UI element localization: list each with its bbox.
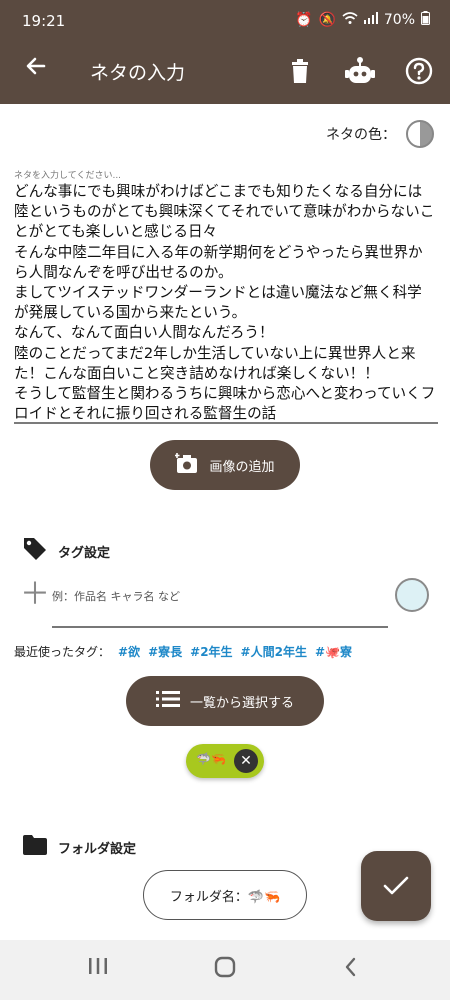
status-time: 19:21	[22, 12, 66, 30]
recent-tag[interactable]: #🐙寮	[315, 643, 352, 660]
robot-icon[interactable]	[343, 54, 377, 88]
alarm-icon: ⏰	[295, 12, 313, 28]
add-image-button[interactable]: 画像の追加	[150, 440, 300, 490]
folder-name-button[interactable]: フォルダ名：🦈🦐	[143, 870, 307, 920]
status-bar: 19:21 ⏰ 🔕 70%	[0, 0, 450, 40]
home-icon[interactable]	[205, 956, 245, 984]
recent-apps-icon[interactable]	[78, 956, 118, 984]
recent-tag[interactable]: #2年生	[190, 643, 232, 660]
selected-tag-chip[interactable]: 🦈🦐 ✕	[186, 744, 264, 778]
memo-underline	[14, 422, 438, 424]
tag-icon	[22, 536, 48, 566]
select-from-list-button[interactable]: 一覧から選択する	[126, 676, 324, 726]
folder-name-label: フォルダ名：🦈🦐	[169, 889, 281, 905]
memo-hint: ネタを入力してください...	[14, 171, 122, 181]
folder-section-title: フォルダ設定	[58, 841, 137, 857]
add-tag-icon[interactable]: ＋	[20, 580, 50, 610]
add-image-label: 画像の追加	[209, 459, 275, 475]
recent-tag[interactable]: #人間2年生	[241, 643, 307, 660]
note-color-label: ネタの色：	[326, 127, 396, 143]
camera-add-icon	[174, 452, 199, 478]
recent-tags-row: 最近使ったタグ： #欲 #寮長 #2年生 #人間2年生 #🐙寮	[14, 643, 352, 660]
battery-percent: 70%	[383, 12, 415, 28]
remove-chip-icon[interactable]: ✕	[234, 749, 258, 773]
wifi-icon	[342, 11, 358, 29]
battery-icon	[421, 11, 430, 29]
trash-icon[interactable]	[283, 54, 317, 88]
chip-label: 🦈🦐	[196, 752, 226, 766]
note-color-picker[interactable]	[406, 120, 434, 148]
status-icons: ⏰ 🔕 70%	[295, 11, 430, 29]
tag-color-picker[interactable]	[395, 578, 429, 612]
tag-section-header: タグ設定	[22, 536, 110, 566]
back-arrow-icon[interactable]	[20, 54, 52, 86]
folder-icon	[22, 834, 48, 860]
check-icon	[383, 869, 409, 904]
memo-textarea[interactable]: どんな事にでも興味がわけばどこまでも知りたくなる自分には陸というものがとても興味…	[14, 182, 436, 424]
note-color-row: ネタの色：	[326, 120, 434, 148]
recent-tag[interactable]: #寮長	[148, 643, 182, 660]
mute-icon: 🔕	[318, 12, 336, 28]
signal-icon	[363, 12, 378, 28]
tag-section-title: タグ設定	[58, 545, 111, 561]
folder-section-header: フォルダ設定	[22, 834, 136, 860]
system-nav-bar	[0, 940, 450, 1000]
select-from-list-label: 一覧から選択する	[189, 695, 294, 711]
list-icon	[155, 690, 180, 712]
confirm-button[interactable]	[361, 851, 431, 921]
tag-input-underline	[52, 626, 388, 628]
recent-tags-label: 最近使ったタグ：	[14, 645, 111, 659]
app-bar: ネタの入力	[0, 40, 450, 104]
recent-tag[interactable]: #欲	[118, 643, 140, 660]
page-title: ネタの入力	[90, 62, 186, 84]
tag-input-row: ＋ 例：作品名 キャラ名 など	[20, 580, 388, 626]
help-icon[interactable]	[402, 54, 436, 88]
tag-input[interactable]: 例：作品名 キャラ名 など	[52, 588, 180, 604]
nav-back-icon[interactable]	[331, 956, 371, 984]
